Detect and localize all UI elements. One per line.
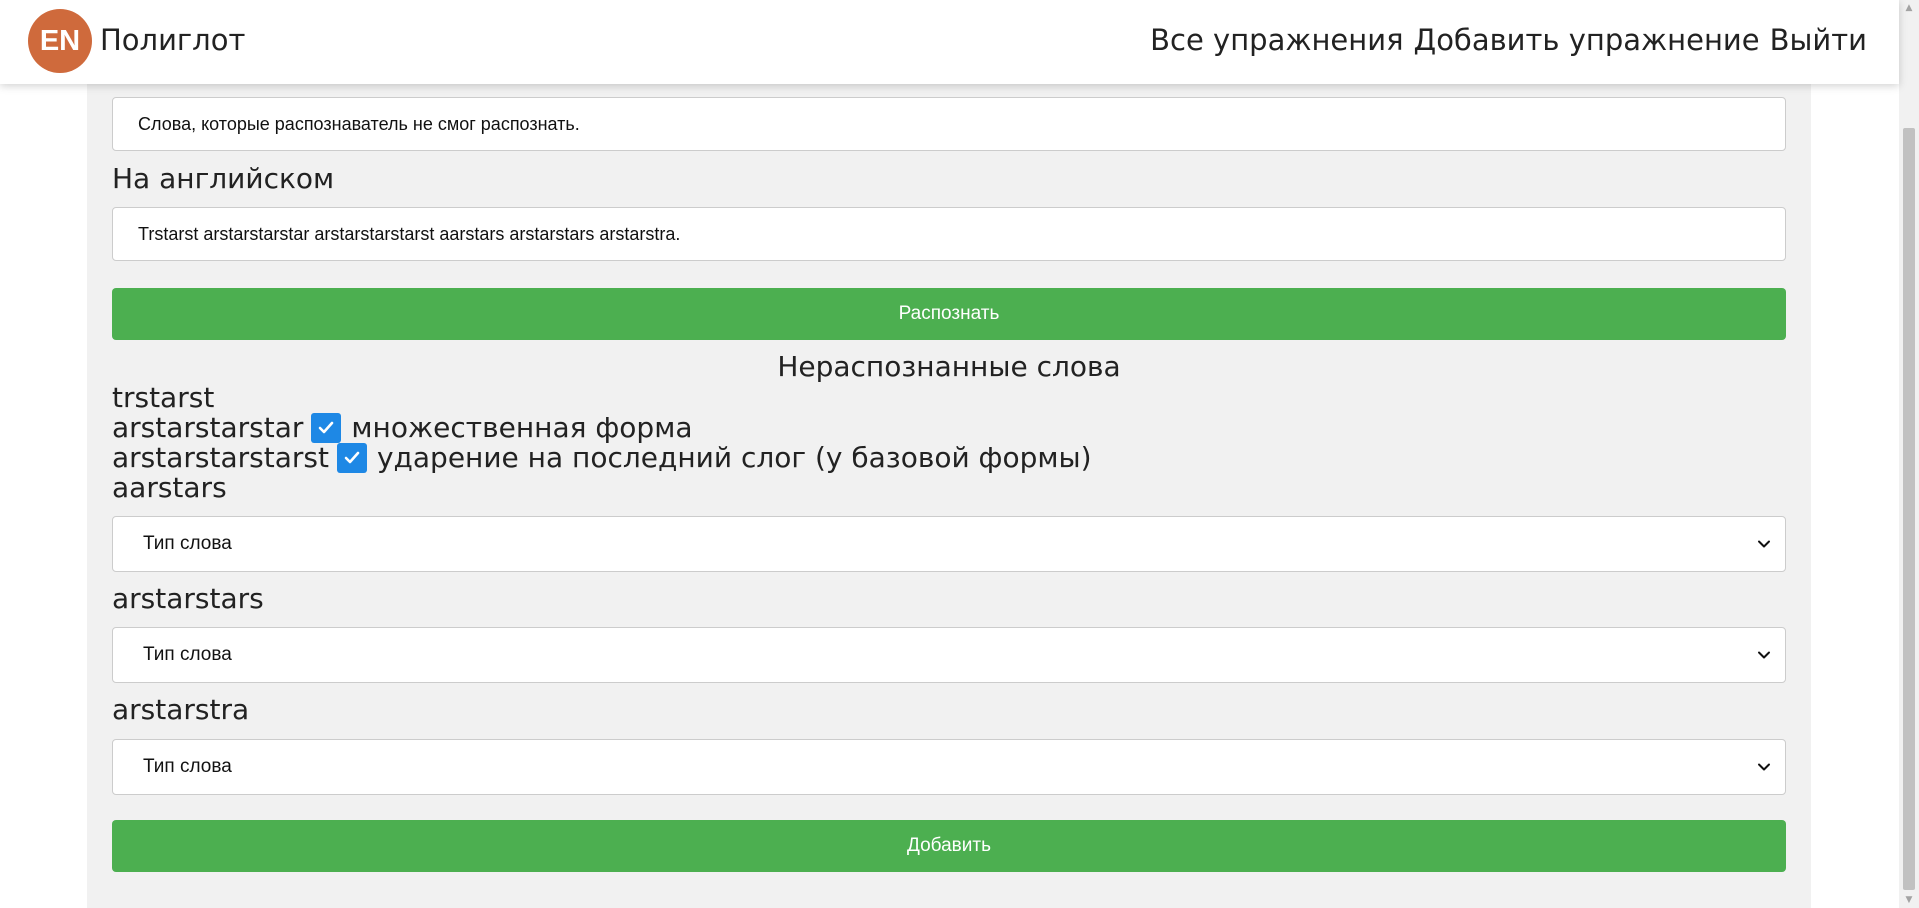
word-item: aarstars xyxy=(112,473,227,503)
nav-add-exercise-link[interactable]: Добавить упражнение xyxy=(1414,20,1760,60)
logo-badge[interactable]: EN xyxy=(28,9,92,73)
plural-form-label: множественная форма xyxy=(351,411,693,444)
unrecognized-words-heading: Нераспознанные слова xyxy=(777,350,1121,383)
add-button[interactable]: Добавить xyxy=(112,820,1786,872)
word-type-select[interactable]: Тип слова xyxy=(112,516,1786,572)
russian-text-field[interactable]: Слова, которые распознаватель не смог ра… xyxy=(112,97,1786,151)
page-scrollbar[interactable]: ▲ ▼ xyxy=(1899,0,1919,908)
english-text-field[interactable]: Trstarst arstarstarstar arstarstarstarst… xyxy=(112,207,1786,261)
russian-text-value: Слова, которые распознаватель не смог ра… xyxy=(138,113,580,134)
word-type-select-value: Тип слова xyxy=(143,533,232,554)
english-text-value: Trstarst arstarstarstar arstarstarstarst… xyxy=(138,223,681,244)
check-icon xyxy=(344,451,360,464)
scroll-up-arrow-icon[interactable]: ▲ xyxy=(1899,0,1919,16)
scrollbar-thumb[interactable] xyxy=(1903,128,1915,890)
word-label: arstarstars xyxy=(112,582,264,615)
chevron-down-icon xyxy=(1755,646,1773,664)
nav-menu: Все упражнения Добавить упражнение Выйти xyxy=(1150,20,1867,60)
word-label: arstarstarstar xyxy=(112,411,304,444)
plural-form-checkbox[interactable] xyxy=(311,413,342,443)
word-item: trstarst xyxy=(112,383,214,413)
word-item: arstarstars xyxy=(112,584,264,614)
word-label: trstarst xyxy=(112,381,215,414)
word-type-select-value: Тип слова xyxy=(143,644,232,665)
word-item: arstarstarstar множественная форма xyxy=(112,413,692,443)
brand-name[interactable]: Полиглот xyxy=(100,20,245,60)
scroll-down-arrow-icon[interactable]: ▼ xyxy=(1899,892,1919,908)
recognize-button[interactable]: Распознать xyxy=(112,288,1786,340)
check-icon xyxy=(319,421,334,434)
nav-all-exercises-link[interactable]: Все упражнения xyxy=(1150,20,1403,60)
word-type-select-value: Тип слова xyxy=(143,756,232,777)
english-label: На английском xyxy=(112,162,335,195)
top-header: EN Полиглот Все упражнения Добавить упра… xyxy=(0,0,1899,84)
word-label: arstarstarstarst xyxy=(112,441,329,474)
stress-last-syllable-checkbox[interactable] xyxy=(336,443,367,473)
word-label: aarstars xyxy=(112,471,227,504)
chevron-down-icon xyxy=(1755,535,1773,553)
word-item: arstarstra xyxy=(112,695,249,725)
stress-last-syllable-label: ударение на последний слог (у базовой фо… xyxy=(376,441,1092,474)
word-type-select[interactable]: Тип слова xyxy=(112,739,1786,795)
word-label: arstarstra xyxy=(112,693,250,726)
word-type-select[interactable]: Тип слова xyxy=(112,627,1786,683)
chevron-down-icon xyxy=(1755,758,1773,776)
word-item: arstarstarstarst ударение на последний с… xyxy=(112,443,1092,473)
nav-logout-link[interactable]: Выйти xyxy=(1770,20,1867,60)
